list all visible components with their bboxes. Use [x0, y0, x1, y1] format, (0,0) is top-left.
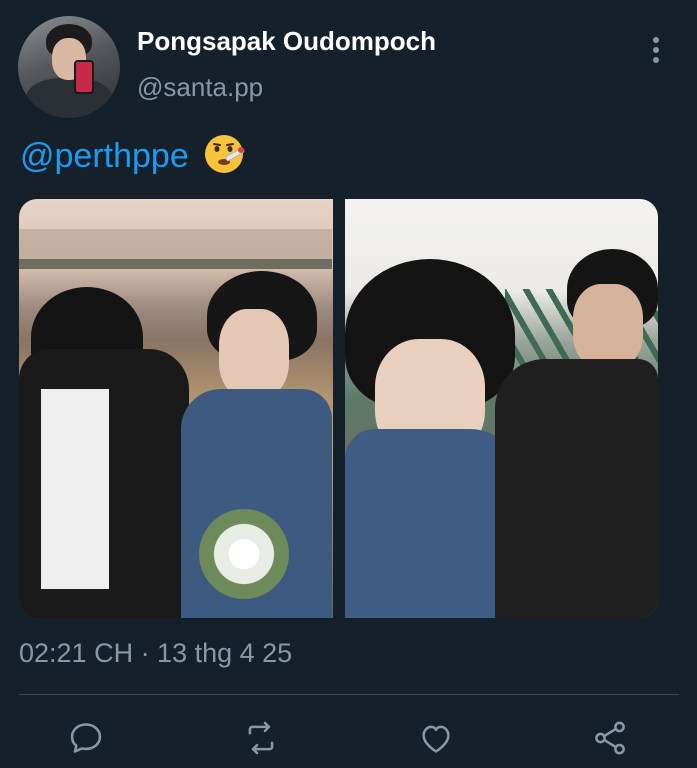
person-left-denim [344, 429, 520, 618]
more-vertical-icon[interactable] [642, 34, 670, 66]
retweet-button[interactable] [241, 720, 281, 760]
face-with-thermometer-icon [204, 133, 246, 184]
riverbank [19, 259, 332, 269]
like-button[interactable] [416, 720, 456, 760]
more-dot [653, 47, 659, 53]
avatar-body [26, 78, 112, 118]
share-icon [591, 719, 629, 762]
tweet-card: Pongsapak Oudompoch @santa.pp @perthppe [0, 0, 697, 768]
reply-icon [67, 719, 105, 762]
heart-icon [417, 719, 455, 762]
flower-bouquet [194, 499, 294, 609]
media-grid[interactable] [19, 199, 658, 618]
photo-left[interactable] [19, 199, 333, 618]
divider [19, 694, 679, 695]
tweet-text: @perthppe [20, 133, 246, 184]
retweet-icon [242, 719, 280, 762]
share-button[interactable] [590, 720, 630, 760]
mention-link[interactable]: @perthppe [20, 137, 189, 175]
tweet-timestamp[interactable]: 02:21 CH · 13 thg 4 25 [19, 638, 292, 669]
avatar-phone [74, 60, 94, 94]
person-right-face [572, 284, 643, 369]
skyline [19, 229, 332, 259]
avatar[interactable] [18, 16, 120, 118]
more-dot [653, 37, 659, 43]
display-name[interactable]: Pongsapak Oudompoch [137, 26, 436, 57]
user-handle[interactable]: @santa.pp [137, 72, 263, 103]
person-left-shirt [41, 389, 109, 589]
person-right-jacket [494, 359, 658, 618]
photo-right[interactable] [344, 199, 658, 618]
more-dot [653, 57, 659, 63]
person-right-face [219, 309, 289, 399]
reply-button[interactable] [66, 720, 106, 760]
